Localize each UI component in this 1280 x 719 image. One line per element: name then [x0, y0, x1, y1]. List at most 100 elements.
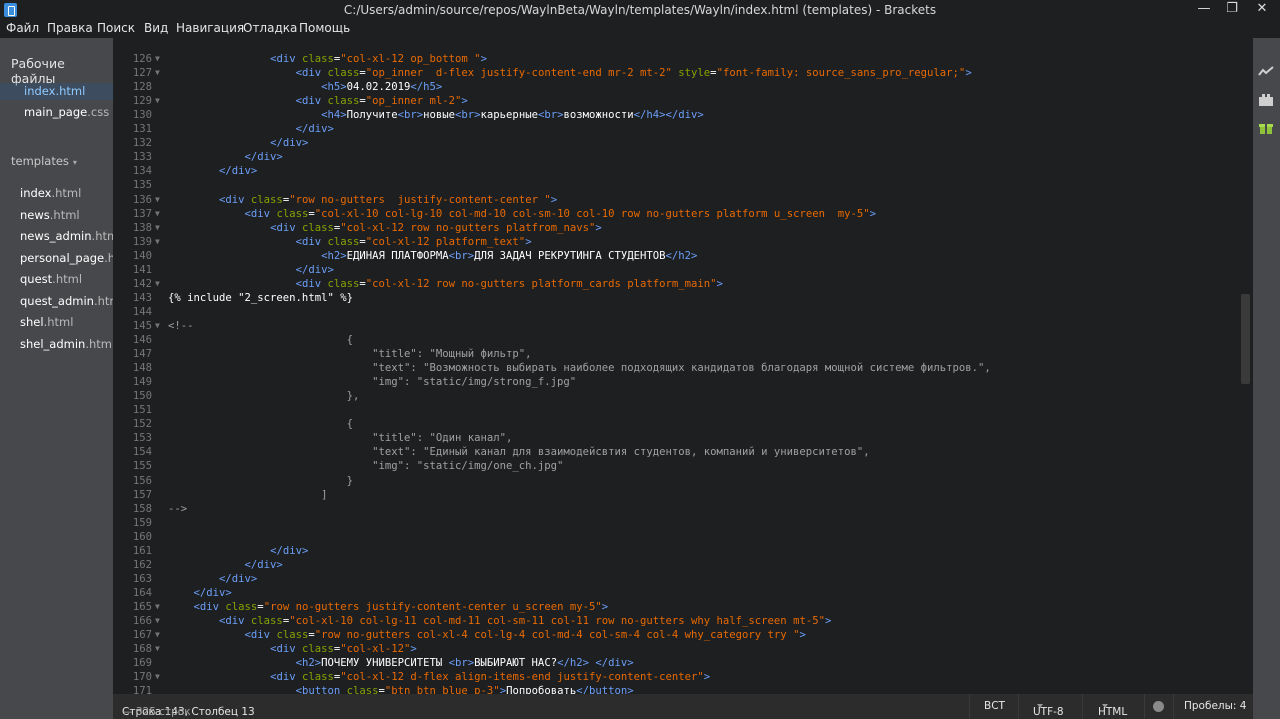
line-number: 147 [132, 348, 152, 361]
minimize-button[interactable]: — [1190, 0, 1218, 20]
menu-debug[interactable]: Отладка [243, 21, 297, 35]
code-token: "text": "Единый канал для взаимодейсвтия… [168, 446, 870, 459]
code-text: <div class="op_inner d-flex justify-cont… [168, 66, 972, 80]
code-token: { [168, 334, 353, 346]
project-file-index[interactable]: index.html [20, 186, 81, 200]
editor-scrollbar-thumb[interactable] [1241, 294, 1250, 384]
code-line: 165 ▼ <div class="row no-gutters justify-… [113, 600, 1240, 614]
indent-setting[interactable]: Пробелы: 4 [1184, 700, 1246, 712]
code-text: <!-- [168, 319, 194, 333]
language-select[interactable]: HTML [1098, 700, 1127, 718]
fold-toggle-icon[interactable]: ▼ [155, 193, 165, 207]
code-token: { [168, 418, 353, 431]
code-text: </div> [168, 586, 232, 600]
line-number: 139 [132, 235, 152, 248]
line-number: 140 [132, 249, 152, 262]
line-number: 130 [132, 109, 152, 122]
code-token: <div [270, 221, 302, 234]
fold-toggle-icon[interactable]: ▼ [155, 94, 165, 108]
line-number: 158 [132, 502, 152, 515]
code-token: > [965, 67, 972, 80]
line-number: 159 [132, 516, 152, 529]
menu-view[interactable]: Вид [144, 21, 168, 35]
linter-status-icon[interactable] [1153, 701, 1164, 712]
code-token: > [410, 643, 417, 656]
project-file-personal-page[interactable]: personal_page.ht [20, 251, 120, 265]
code-token: <div [295, 95, 328, 108]
fold-toggle-icon[interactable]: ▼ [155, 642, 165, 656]
code-editor[interactable]: 126 ▼ <div class="col-xl-12 op_bottom "> 1… [113, 38, 1240, 694]
working-file-main-page[interactable]: main_page.css [24, 105, 109, 119]
project-file-news[interactable]: news.html [20, 208, 80, 222]
line-number: 132 [132, 137, 152, 150]
code-text: <div class="op_inner ml-2"> [168, 94, 468, 108]
fold-toggle-icon[interactable]: ▼ [155, 52, 165, 66]
project-file-news-admin[interactable]: news_admin.htm [20, 229, 118, 243]
code-text: --> [168, 502, 187, 516]
code-line: 153 "title": "Один канал", [113, 431, 1240, 445]
project-dropdown[interactable]: templates ▾ [11, 154, 77, 168]
code-token: class [250, 615, 283, 627]
fold-toggle-icon[interactable]: ▼ [155, 628, 165, 642]
code-text: {% include "2_screen.html" %} [168, 291, 353, 305]
line-number: 169 [132, 657, 152, 670]
working-file-index[interactable]: index.html [24, 84, 85, 98]
project-file-quest-admin[interactable]: quest_admin.htm [20, 294, 121, 308]
live-preview-icon[interactable] [1258, 64, 1274, 78]
code-token: style [678, 67, 711, 80]
code-token: > [525, 235, 532, 248]
code-text: <div class="col-xl-12 op_bottom "> [168, 52, 487, 66]
code-token: "col-xl-10 col-lg-11 col-md-11 col-sm-11… [289, 615, 825, 627]
code-token: </div> [193, 586, 232, 599]
insert-mode-toggle[interactable]: ВСТ [984, 700, 1005, 712]
code-token: > [869, 207, 876, 220]
status-divider [1018, 694, 1019, 719]
code-token: </div> [219, 572, 258, 585]
code-text: <div class="row no-gutters justify-conte… [168, 600, 609, 614]
line-number: 167 [132, 629, 152, 642]
line-number: 171 [132, 685, 152, 694]
fold-toggle-icon[interactable]: ▼ [155, 319, 165, 333]
fold-toggle-icon[interactable]: ▼ [155, 670, 165, 684]
fold-toggle-icon[interactable]: ▼ [155, 207, 165, 221]
menu-find[interactable]: Поиск [97, 21, 135, 35]
encoding-select[interactable]: UTF-8 [1033, 700, 1064, 718]
project-file-shel[interactable]: shel.html [20, 315, 73, 329]
fold-toggle-icon[interactable]: ▼ [155, 66, 165, 80]
code-line: 171 <button class="btn btn blue p-3">Поп… [113, 684, 1240, 694]
code-token: </div> [244, 558, 283, 571]
line-count: — 325 строк [122, 706, 191, 718]
code-token: > [799, 629, 806, 642]
project-file-shel-admin[interactable]: shel_admin.html [20, 337, 115, 351]
code-token: > [824, 615, 832, 627]
menu-file[interactable]: Файл [6, 21, 39, 35]
code-token: --> [168, 502, 188, 515]
code-text: </div> [168, 558, 283, 572]
code-text: </div> [168, 164, 257, 178]
maximize-button[interactable]: ❐ [1218, 0, 1246, 20]
code-line: 141 </div> [113, 263, 1240, 277]
project-file-quest[interactable]: quest.html [20, 272, 82, 286]
menu-navigate[interactable]: Навигация [176, 21, 244, 35]
code-line: 143 {% include "2_screen.html" %} [113, 291, 1240, 305]
line-number: 156 [132, 474, 152, 487]
fold-toggle-icon[interactable]: ▼ [155, 277, 165, 291]
code-token: class [225, 600, 258, 613]
fold-toggle-icon[interactable]: ▼ [155, 614, 165, 628]
menu-help[interactable]: Помощь [299, 21, 350, 35]
code-token: </h4></div> [633, 109, 704, 122]
line-number: 146 [132, 334, 152, 346]
code-text: </div> [168, 263, 334, 277]
close-button[interactable]: ✕ [1248, 0, 1276, 20]
gift-icon[interactable] [1258, 121, 1274, 135]
fold-toggle-icon[interactable]: ▼ [155, 221, 165, 235]
code-line: 128 <h5>04.02.2019</h5> [113, 80, 1240, 94]
fold-toggle-icon[interactable]: ▼ [155, 235, 165, 249]
extension-manager-icon[interactable] [1258, 93, 1274, 107]
code-line: 132 </div> [113, 136, 1240, 150]
fold-toggle-icon[interactable]: ▼ [155, 600, 165, 614]
menu-edit[interactable]: Правка [47, 21, 93, 35]
code-text: "title": "Мощный фильтр", [168, 347, 531, 361]
